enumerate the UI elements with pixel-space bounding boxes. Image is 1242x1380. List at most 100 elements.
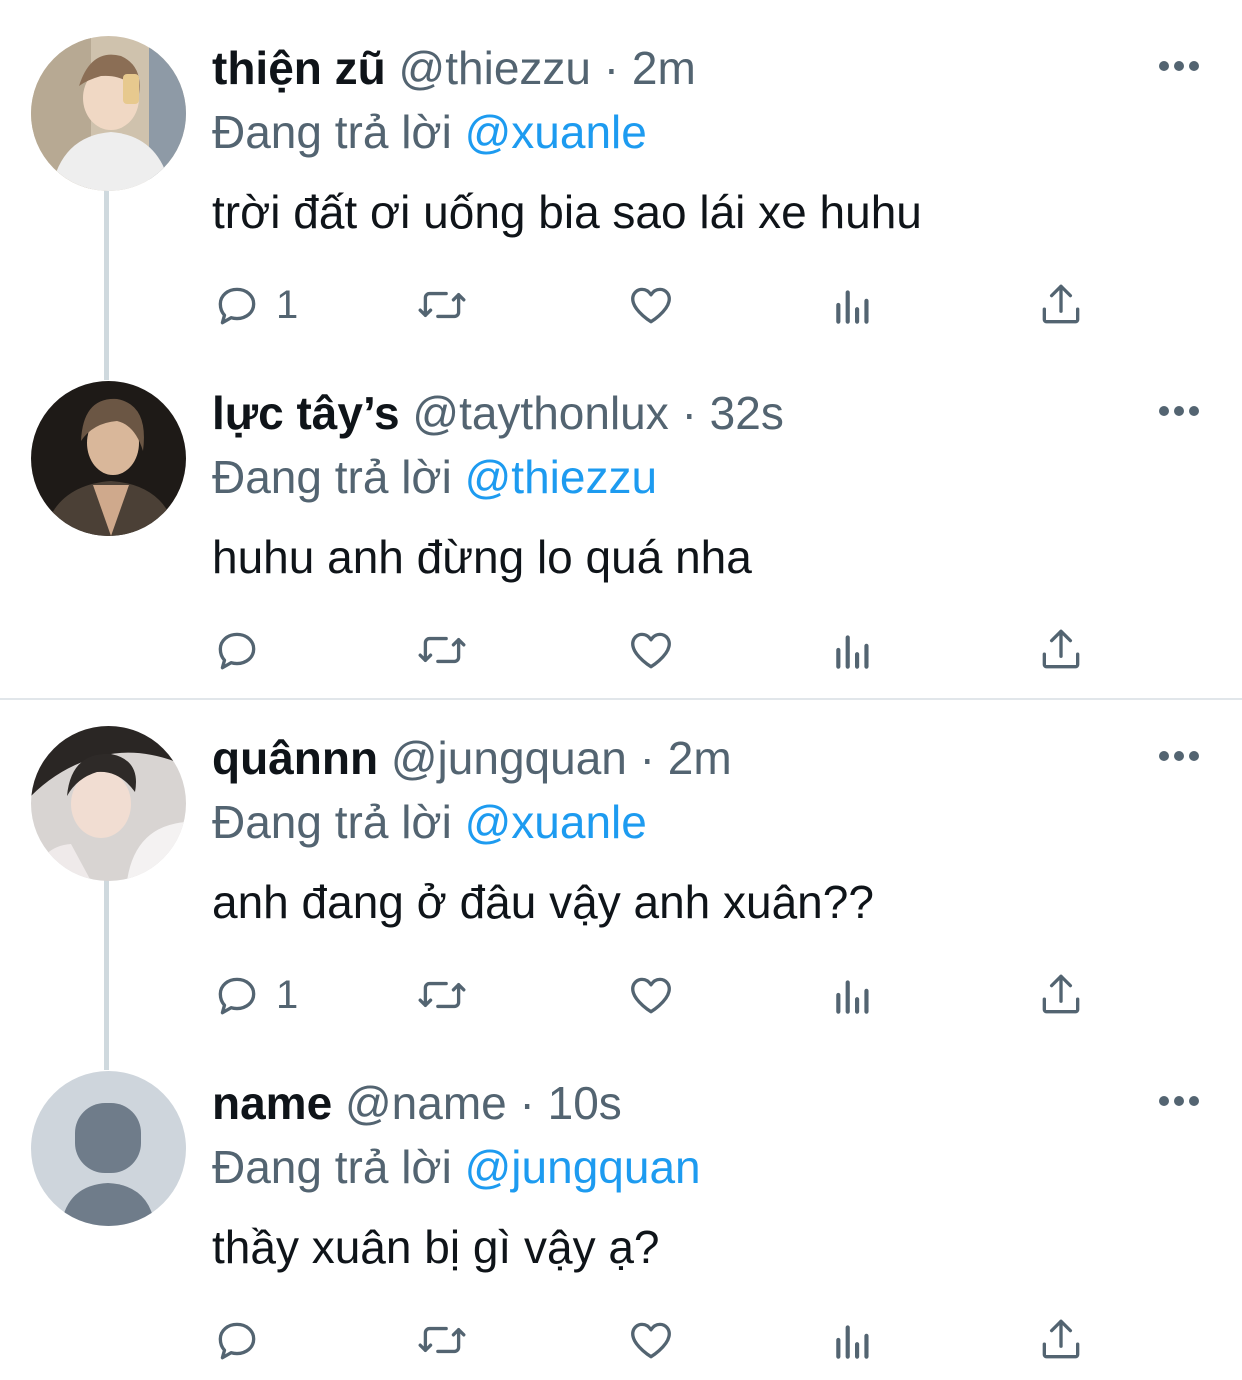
retweet-button[interactable] [415, 970, 469, 1020]
share-icon [1042, 629, 1080, 669]
more-options-button[interactable] [1158, 1093, 1200, 1109]
tweet-text: trời đất ơi uống bia sao lái xe huhu [212, 186, 922, 238]
tweet-text: thầy xuân bị gì vậy ạ? [212, 1221, 660, 1273]
reply-icon [218, 977, 256, 1015]
action-bar [212, 625, 1112, 675]
views-button[interactable] [830, 1315, 880, 1365]
tweet-text: anh đang ở đâu vậy anh xuân?? [212, 876, 874, 928]
retweet-button[interactable] [415, 1315, 469, 1365]
reply-mention-link[interactable]: @xuanle [465, 796, 647, 848]
action-bar [212, 1315, 1112, 1365]
display-name[interactable]: lực tây’s [212, 387, 400, 439]
retweet-icon [418, 981, 466, 1009]
thread-line-1 [104, 190, 109, 380]
share-button[interactable] [1036, 625, 1086, 675]
like-button[interactable] [626, 280, 676, 330]
reply-icon [218, 632, 256, 670]
reply-mention-link[interactable]: @xuanle [465, 106, 647, 158]
reply-button[interactable] [212, 625, 276, 675]
avatar[interactable] [31, 381, 186, 536]
timestamp[interactable]: 10s [548, 1077, 622, 1129]
more-dots-icon [1159, 61, 1199, 71]
display-name[interactable]: name [212, 1077, 332, 1129]
thread-line-2 [104, 880, 109, 1070]
retweet-button[interactable] [415, 625, 469, 675]
share-button[interactable] [1036, 970, 1086, 1020]
separator-dot: · [681, 387, 697, 439]
tweet-text: huhu anh đừng lo quá nha [212, 531, 752, 583]
retweet-icon [418, 636, 466, 664]
reply-prefix: Đang trả lời [212, 451, 452, 503]
user-photo-icon [31, 36, 186, 191]
replying-to: Đang trả lời @xuanle [212, 104, 647, 160]
retweet-icon [418, 1326, 466, 1354]
like-button[interactable] [626, 970, 676, 1020]
heart-icon [631, 287, 671, 324]
reply-mention-link[interactable]: @thiezzu [465, 451, 657, 503]
reply-count: 1 [276, 282, 299, 327]
analytics-icon [836, 635, 869, 669]
user-photo-icon [31, 381, 186, 536]
timestamp[interactable]: 32s [710, 387, 784, 439]
more-options-button[interactable] [1158, 58, 1200, 74]
more-dots-icon [1159, 406, 1199, 416]
replying-to: Đang trả lời @xuanle [212, 794, 647, 850]
thread-divider [0, 698, 1242, 700]
analytics-icon [836, 290, 869, 324]
more-dots-icon [1159, 1096, 1199, 1106]
reply-prefix: Đang trả lời [212, 106, 452, 158]
heart-icon [631, 1322, 671, 1359]
share-icon [1042, 284, 1080, 324]
avatar[interactable] [31, 36, 186, 191]
separator-dot: · [639, 732, 655, 784]
replying-to: Đang trả lời @jungquan [212, 1139, 701, 1195]
share-icon [1042, 974, 1080, 1014]
more-options-button[interactable] [1158, 403, 1200, 419]
analytics-icon [836, 1325, 869, 1359]
tweet-header: name @name · 10s [212, 1075, 622, 1131]
action-bar: 1 [212, 280, 1112, 330]
avatar[interactable] [31, 726, 186, 881]
user-handle[interactable]: @jungquan [391, 732, 627, 784]
retweet-icon [418, 291, 466, 319]
reply-icon [218, 1322, 256, 1360]
tweet-header: quânnn @jungquan · 2m [212, 730, 732, 786]
reply-prefix: Đang trả lời [212, 1141, 452, 1193]
analytics-icon [836, 980, 869, 1014]
retweet-button[interactable] [415, 280, 469, 330]
reply-mention-link[interactable]: @jungquan [465, 1141, 701, 1193]
reply-icon [218, 287, 256, 325]
separator-dot: · [603, 42, 620, 94]
avatar[interactable] [31, 1071, 186, 1226]
reply-prefix: Đang trả lời [212, 796, 452, 848]
user-handle[interactable]: @taythonlux [412, 387, 668, 439]
views-button[interactable] [830, 280, 880, 330]
display-name[interactable]: thiện zũ [212, 42, 386, 94]
reply-button[interactable]: 1 [212, 970, 298, 1020]
user-handle[interactable]: @name [345, 1077, 507, 1129]
user-handle[interactable]: @thiezzu [399, 42, 591, 94]
display-name[interactable]: quânnn [212, 732, 378, 784]
default-person-icon [31, 1071, 186, 1226]
more-dots-icon [1159, 751, 1199, 761]
tweet-header: lực tây’s @taythonlux · 32s [212, 385, 784, 441]
separator-dot: · [519, 1077, 535, 1129]
like-button[interactable] [626, 625, 676, 675]
reply-button[interactable] [212, 1315, 276, 1365]
share-icon [1042, 1319, 1080, 1359]
views-button[interactable] [830, 970, 880, 1020]
share-button[interactable] [1036, 280, 1086, 330]
tweet-header: thiện zũ @thiezzu · 2m [212, 40, 696, 96]
reply-button[interactable]: 1 [212, 280, 298, 330]
heart-icon [631, 977, 671, 1014]
replying-to: Đang trả lời @thiezzu [212, 449, 657, 505]
user-photo-icon [31, 726, 186, 881]
share-button[interactable] [1036, 1315, 1086, 1365]
views-button[interactable] [830, 625, 880, 675]
action-bar: 1 [212, 970, 1112, 1020]
like-button[interactable] [626, 1315, 676, 1365]
timestamp[interactable]: 2m [632, 42, 696, 94]
timestamp[interactable]: 2m [668, 732, 732, 784]
heart-icon [631, 632, 671, 669]
more-options-button[interactable] [1158, 748, 1200, 764]
